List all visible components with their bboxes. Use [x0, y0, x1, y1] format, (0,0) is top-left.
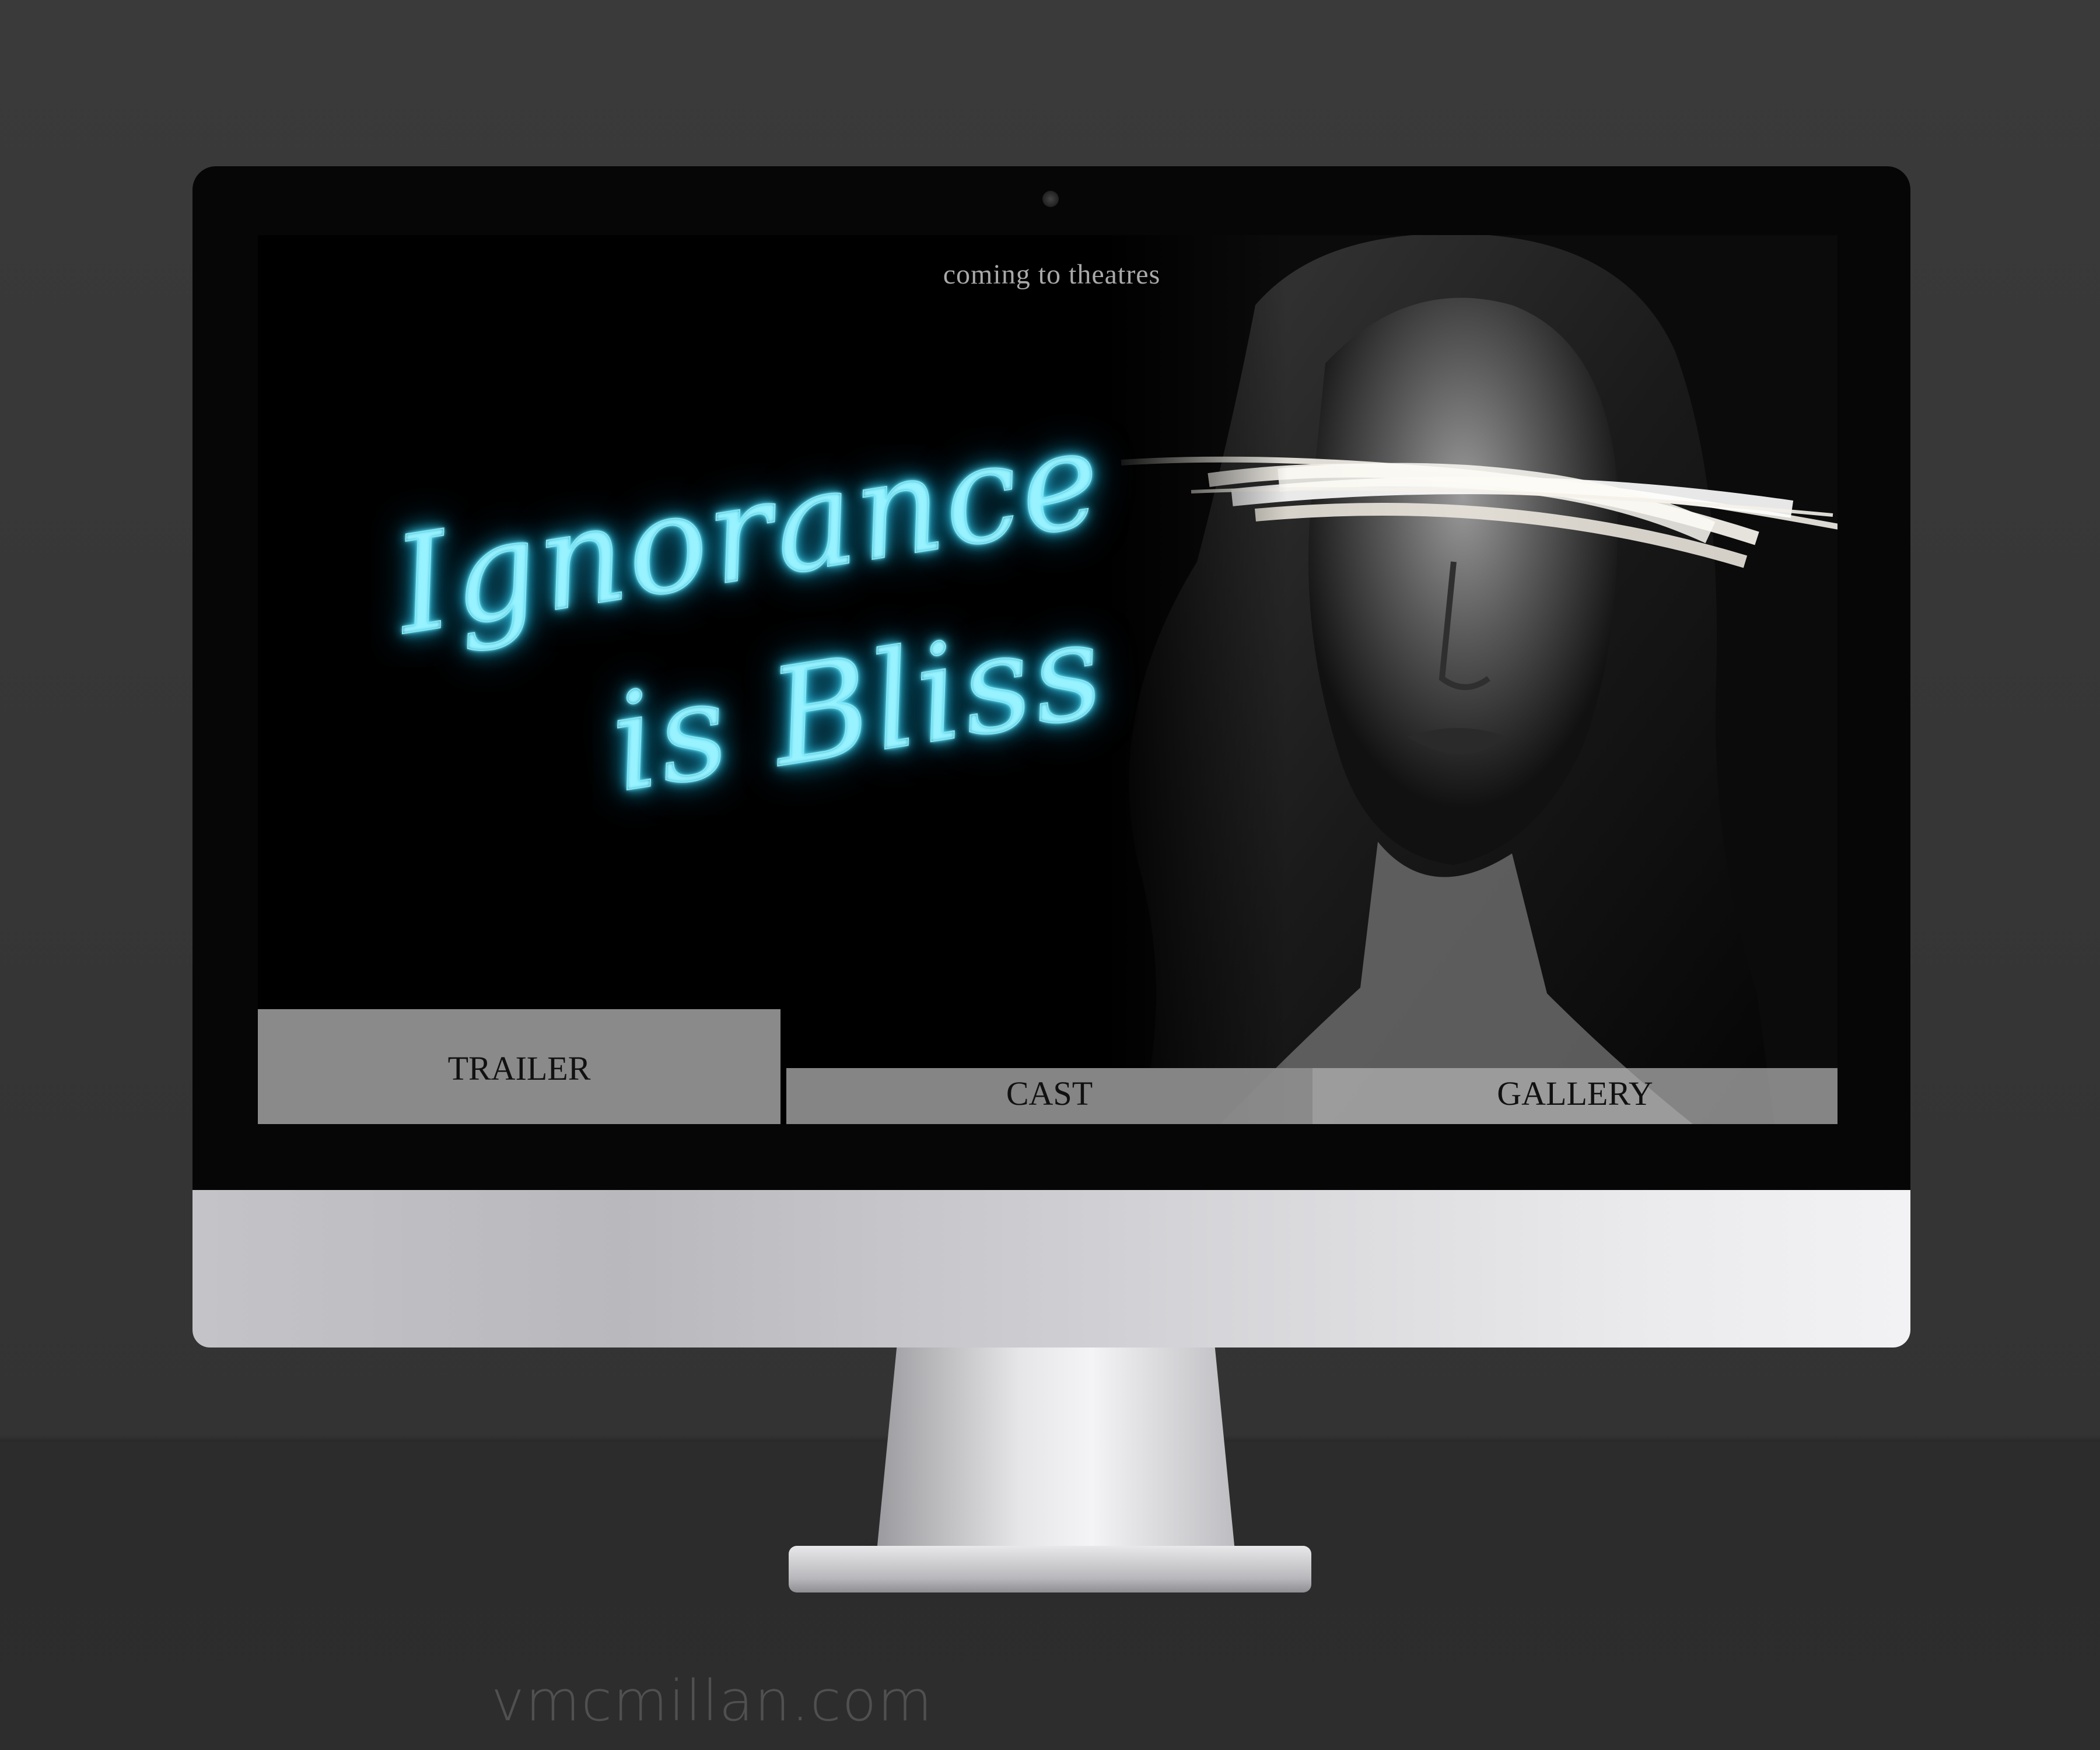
camera-icon [1042, 191, 1059, 207]
monitor-stand-base [789, 1546, 1311, 1592]
gallery-button[interactable]: GALLERY [1312, 1068, 1838, 1124]
watermark: vmcmillan.com [491, 1668, 933, 1734]
coming-to-theatres-tagline: coming to theatres [943, 259, 1161, 290]
cast-button[interactable]: CAST [786, 1068, 1312, 1124]
monitor-chin [192, 1190, 1910, 1348]
monitor-stand [875, 1348, 1237, 1569]
hero-portrait-image [1104, 235, 1838, 1124]
website-screen: coming to theatres Ignorance is Bliss TR… [258, 235, 1838, 1124]
trailer-button[interactable]: TRAILER [258, 1009, 780, 1124]
neon-title-line2: is Bliss [600, 590, 1115, 823]
